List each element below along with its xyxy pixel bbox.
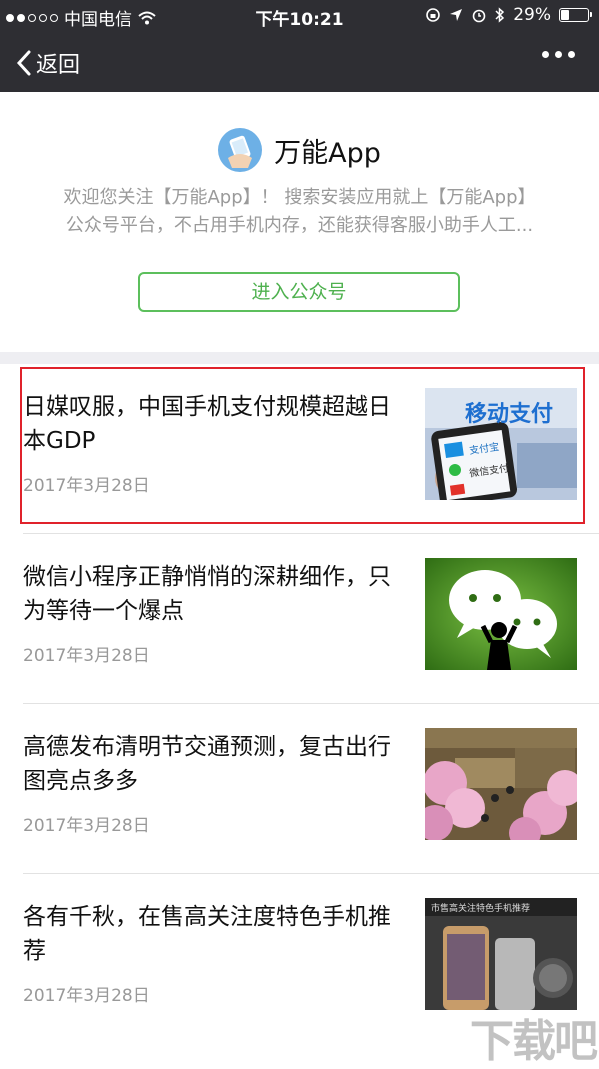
account-description: 欢迎您关注【万能App】！ 搜索安装应用就上【万能App】 公众号平台，不占用手…	[63, 187, 536, 236]
highlight-box	[20, 367, 585, 524]
article-item[interactable]: 高德发布清明节交通预测，复古出行图亮点多多 2017年3月28日	[0, 704, 599, 874]
article-title: 各有千秋，在售高关注度特色手机推荐	[23, 904, 391, 964]
article-date: 2017年3月28日	[23, 986, 150, 1006]
alarm-icon	[472, 9, 486, 23]
orientation-lock-icon	[426, 8, 441, 22]
article-item[interactable]: 微信小程序正静悄悄的深耕细作，只为等待一个爆点 2017年3月28日	[0, 534, 599, 704]
app-logo-icon	[218, 128, 263, 172]
account-header: 万能App 欢迎您关注【万能App】！ 搜索安装应用就上【万能App】 公众号平…	[0, 92, 599, 352]
account-name: 万能App	[274, 137, 381, 169]
navigation-bar: 返回	[0, 33, 599, 92]
watermark-logo: 下载吧	[470, 1016, 598, 1067]
battery-icon	[559, 8, 592, 22]
back-label: 返回	[36, 53, 81, 78]
article-thumbnail	[425, 728, 577, 840]
battery-percent: 29%	[513, 5, 551, 25]
status-bar: 中国电信 下午10:21 29%	[0, 0, 599, 33]
thumbnail-caption: 市售高关注特色手机推荐	[431, 904, 531, 914]
article-date: 2017年3月28日	[23, 646, 150, 666]
more-button[interactable]	[542, 51, 575, 58]
chevron-left-icon	[16, 50, 31, 76]
back-button[interactable]: 返回	[16, 45, 80, 81]
location-icon	[450, 9, 463, 21]
article-title: 微信小程序正静悄悄的深耕细作，只为等待一个爆点	[23, 564, 391, 624]
ellipsis-icon	[542, 51, 549, 58]
article-date: 2017年3月28日	[23, 816, 150, 836]
bluetooth-icon	[495, 7, 505, 23]
article-thumbnail	[425, 558, 577, 670]
article-thumbnail: 市售高关注特色手机推荐	[425, 898, 577, 1010]
article-title: 高德发布清明节交通预测，复古出行图亮点多多	[23, 734, 391, 794]
section-divider	[0, 352, 599, 364]
enter-account-button[interactable]: 进入公众号	[138, 272, 460, 312]
